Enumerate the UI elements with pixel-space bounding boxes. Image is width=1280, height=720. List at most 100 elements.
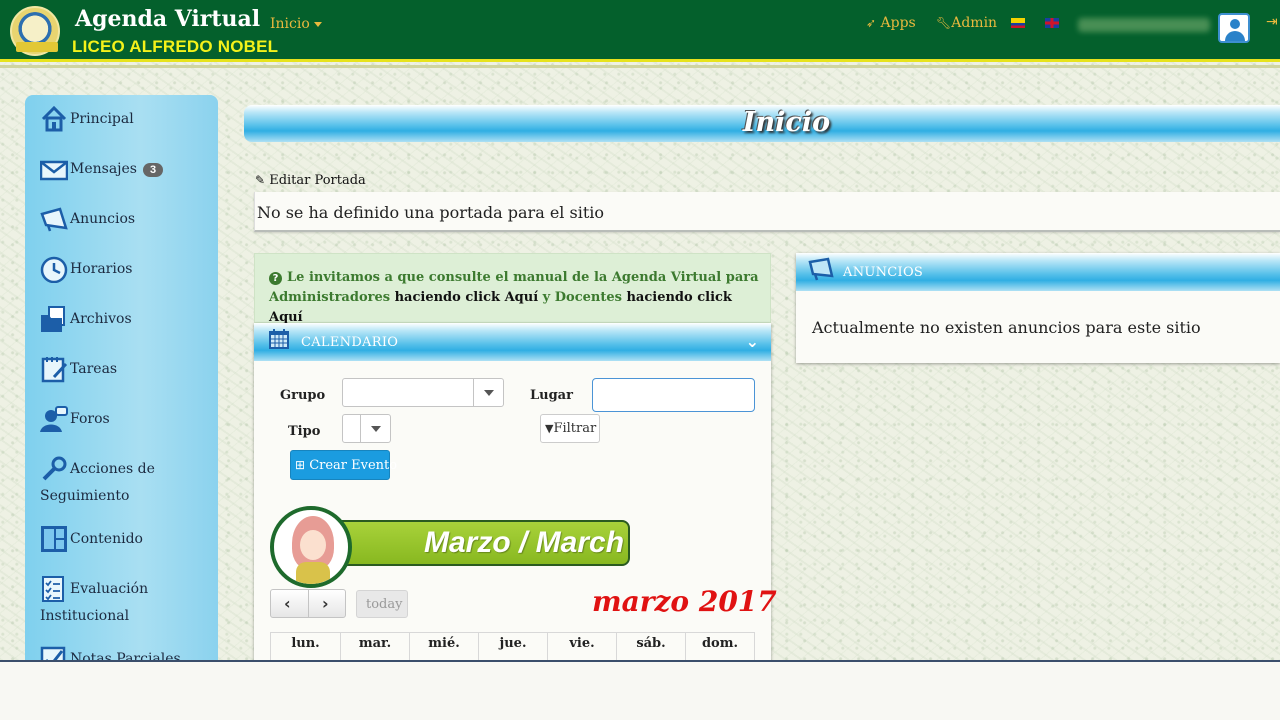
manual-alert: ? Le invitamos a que consulte el manual d… (254, 253, 771, 325)
sidebar-item-label-line2: Institucional (40, 608, 130, 624)
caret-down-icon (313, 21, 322, 27)
page-title-bar: Inicio (244, 105, 1280, 142)
day-header: dom. (701, 636, 739, 651)
folder-icon (41, 306, 65, 332)
anuncios-panel-header[interactable]: ANUNCIOS (796, 253, 1280, 291)
anuncios-header-title: ANUNCIOS (843, 265, 924, 280)
megaphone-icon (808, 257, 834, 281)
calendar-panel-header[interactable]: CALENDARIO ⌄ (254, 323, 771, 361)
page-background: Agenda Virtual LICEO ALFREDO NOBEL Inici… (0, 0, 1280, 660)
tools-icon (42, 456, 67, 481)
calendar-header-title: CALENDARIO (301, 335, 399, 350)
sidebar-item-label: Notas Parciales (70, 651, 181, 660)
day-header: mar. (341, 633, 410, 660)
sidebar-item-label: Mensajes (70, 161, 137, 177)
page-title: Inicio (742, 107, 831, 138)
admin-link[interactable]: 🔧︎Admin (936, 15, 997, 31)
alert-docentes: Docentes (554, 290, 622, 305)
crear-evento-label: Crear Evento (309, 458, 398, 473)
calendar-plus-icon: ⊞ (295, 458, 306, 472)
spanish-flag-icon[interactable] (1011, 18, 1025, 28)
school-logo[interactable] (10, 6, 60, 56)
user-name-blurred[interactable] (1078, 18, 1210, 32)
day-header: vie. (548, 633, 617, 660)
month-banner-bar: Marzo / March (340, 520, 630, 566)
anuncios-empty-message: Actualmente no existen anuncios para est… (812, 318, 1201, 337)
grades-icon (40, 646, 66, 660)
admin-label: Admin (951, 15, 998, 31)
sidebar-item-label: Tareas (70, 361, 118, 377)
user-avatar[interactable] (1218, 13, 1250, 43)
envelope-icon (40, 160, 68, 181)
day-header: sáb. (617, 633, 686, 660)
filtrar-button[interactable]: ▼Filtrar (540, 414, 600, 443)
sidebar-item-label: Anuncios (70, 211, 136, 227)
chevron-down-icon (473, 379, 503, 406)
admins-manual-link[interactable]: haciendo click Aquí (395, 290, 539, 305)
sidebar-item-label: Principal (70, 111, 134, 127)
layout-icon (41, 526, 67, 552)
sidebar-item-label: Acciones de (70, 461, 155, 477)
month-banner: Marzo / March (270, 506, 630, 588)
edit-portada-link[interactable]: ✎ Editar Portada (255, 173, 366, 188)
sidebar-item-label: Evaluación (70, 581, 149, 597)
home-icon (41, 105, 67, 132)
calendar-grid-header: lun. mar. mié. jue. vie. sáb. dom. (270, 632, 755, 660)
sidebar-item-label-line2: Seguimiento (40, 488, 130, 504)
chevron-down-icon (360, 415, 390, 442)
prev-month-button[interactable]: ‹ (284, 594, 291, 613)
sidebar-item-label: Contenido (70, 531, 143, 547)
question-circle-icon: ? (269, 272, 282, 285)
english-flag-icon[interactable] (1045, 18, 1059, 28)
nav-inicio-dropdown[interactable]: Inicio (270, 16, 322, 32)
edit-portada-label: Editar Portada (269, 173, 366, 188)
today-label: today (366, 597, 403, 612)
portada-message: No se ha definido una portada para el si… (257, 203, 605, 222)
bottom-strip (0, 660, 1280, 720)
top-navbar: Agenda Virtual LICEO ALFREDO NOBEL Inici… (0, 0, 1280, 62)
today-button[interactable]: today (356, 590, 408, 618)
clock-icon (40, 256, 68, 283)
day-header: mié. (410, 633, 479, 660)
girl-illustration (270, 506, 352, 588)
calendar-title: marzo 2017 (592, 585, 777, 618)
lugar-input[interactable] (592, 378, 755, 412)
navbar-divider (0, 65, 1280, 68)
month-banner-text: Marzo / March (424, 526, 625, 559)
calendar-panel: CALENDARIO ⌄ Grupo Lugar Tipo ▼Filtrar ⊞… (254, 323, 777, 660)
sidebar-item-label: Horarios (70, 261, 133, 277)
grupo-label: Grupo (280, 388, 326, 403)
notepad-icon (41, 357, 68, 383)
anuncios-panel: ANUNCIOS Actualmente no existen anuncios… (796, 253, 1280, 363)
nav-inicio-label: Inicio (270, 16, 310, 32)
day-header: jue. (479, 633, 548, 660)
alert-text: ? Le invitamos a que consulte el manual d… (269, 268, 759, 328)
logout-icon[interactable]: ⇥ (1266, 14, 1278, 30)
tipo-select[interactable] (342, 414, 391, 443)
tipo-label: Tipo (288, 424, 321, 439)
alert-y: y (542, 290, 551, 305)
chevron-down-icon[interactable]: ⌄ (746, 332, 759, 351)
day-header: lun. (271, 633, 341, 660)
grupo-select[interactable] (342, 378, 504, 407)
filtrar-label: Filtrar (553, 421, 597, 436)
pencil-icon: ✎ (255, 173, 266, 187)
sidebar-item-label: Foros (70, 411, 110, 427)
school-name[interactable]: LICEO ALFREDO NOBEL (72, 37, 278, 57)
apps-label: Apps (880, 15, 916, 31)
alert-intro: Le invitamos a que consulte el manual de… (287, 270, 759, 285)
calendar-icon (269, 329, 289, 349)
portada-box: No se ha definido una portada para el si… (254, 192, 1280, 232)
forum-user-icon (40, 406, 68, 432)
next-month-button[interactable]: › (322, 594, 329, 613)
wrench-icon: 🔧︎ (936, 16, 952, 30)
crear-evento-button[interactable]: ⊞ Crear Evento (290, 450, 397, 480)
sidebar: Principal Mensajes 3 Anuncios Horarios Ar… (25, 95, 218, 660)
apps-link[interactable]: ➶ Apps (866, 15, 916, 31)
unread-badge: 3 (142, 163, 164, 177)
megaphone-icon (40, 207, 68, 232)
rocket-icon: ➶ (866, 16, 877, 30)
app-title[interactable]: Agenda Virtual (75, 6, 260, 32)
checklist-icon (42, 576, 64, 602)
lugar-label: Lugar (530, 388, 573, 403)
